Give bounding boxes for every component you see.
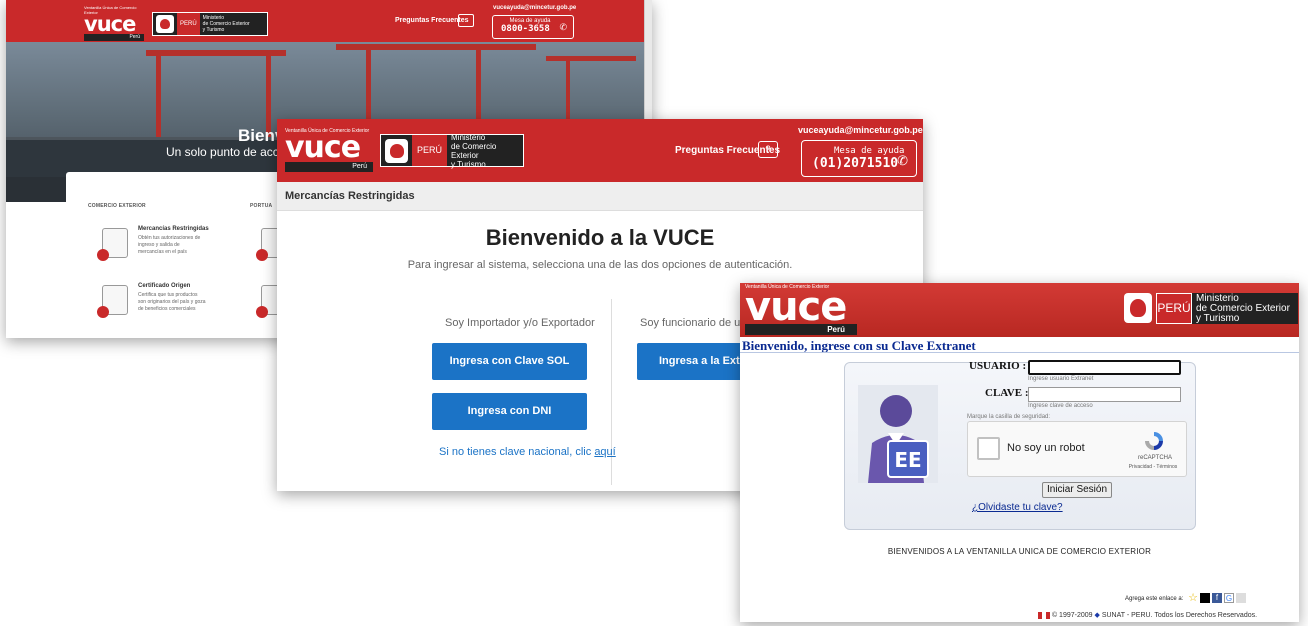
- desc-line: Obtén tus autorizaciones de: [138, 235, 201, 241]
- extranet-login-window: Ventanilla Única de Comercio Exterior vu…: [740, 283, 1299, 622]
- desc-line: ingreso y salida de: [138, 242, 180, 248]
- logo-word: vuce: [745, 284, 847, 330]
- security-prompt: Marque la casilla de seguridad:: [967, 414, 1051, 420]
- badge-dot: [97, 306, 109, 318]
- ministry-line: de Comercio Exterior: [451, 141, 497, 160]
- phone-icon: ✆: [897, 153, 908, 168]
- peru-label: PERÚ: [412, 135, 448, 166]
- recaptcha-logo-icon: [1145, 432, 1163, 450]
- recaptcha-label: No soy un robot: [1007, 442, 1085, 454]
- here-link[interactable]: aquí: [594, 446, 615, 458]
- badge-dot: [256, 249, 268, 261]
- copyright-years: © 1997-2009: [1051, 612, 1093, 619]
- forgot-password-link[interactable]: ¿Olvidaste tu clave?: [972, 502, 1063, 513]
- google-icon[interactable]: G: [1224, 593, 1234, 603]
- username-input[interactable]: [1028, 360, 1181, 375]
- peru-label: PERÚ: [1156, 293, 1192, 324]
- crane-beam: [146, 50, 286, 56]
- favorite-star-icon[interactable]: ☆: [1188, 593, 1198, 604]
- ministry-badge: PERÚ Ministerio de Comercio Exterior y T…: [152, 12, 268, 36]
- vuce-logo[interactable]: Ventanilla Única de Comercio Exterior vu…: [745, 284, 857, 335]
- faq-chat-icon[interactable]: ?: [758, 141, 778, 158]
- desc-line: mercancías en el país: [138, 249, 187, 255]
- share-icon[interactable]: [1236, 593, 1246, 603]
- recaptcha-brand: reCAPTCHA: [1137, 455, 1172, 461]
- password-hint: Ingrese clave de acceso: [1028, 403, 1093, 409]
- vuce-logo[interactable]: Ventanilla Única de Comercio Exterior vu…: [285, 128, 373, 172]
- copyright: © 1997-2009 ◆ SUNAT - PERU. Todos los De…: [1038, 611, 1257, 619]
- password-input[interactable]: [1028, 387, 1181, 402]
- service-description: Obtén tus autorizaciones de ingreso y sa…: [138, 235, 238, 256]
- ministry-line: y Turismo: [1196, 313, 1240, 324]
- ministry-name: Ministerio de Comercio Exterior y Turism…: [1192, 293, 1298, 324]
- username-hint: Ingrese usuario Extranet: [1028, 376, 1094, 382]
- restricted-goods-icon[interactable]: [97, 228, 128, 261]
- logo-word: vuce: [84, 12, 136, 36]
- ministry-name: Ministerio de Comercio Exterior y Turism…: [447, 133, 523, 169]
- phone-icon: ✆: [559, 22, 567, 32]
- coat-of-arms-icon: [385, 138, 408, 163]
- avatar-text: EE: [894, 448, 921, 472]
- peru-label: PERÚ: [177, 13, 200, 35]
- coat-of-arms-icon: [1124, 293, 1152, 323]
- username-label: USUARIO :: [969, 360, 1027, 372]
- badge-dot: [97, 249, 109, 261]
- page-title: Bienvenido a la VUCE: [485, 225, 715, 250]
- no-key-label: Si no tienes clave nacional, clic: [439, 446, 595, 458]
- faq-chat-icon[interactable]: [458, 14, 474, 27]
- page-subtitle: Para ingresar al sistema, selecciona una…: [407, 259, 793, 271]
- peru-flag-icon: [1038, 611, 1050, 619]
- recaptcha-links[interactable]: Privacidad - Términos: [1118, 464, 1188, 470]
- help-desk-button[interactable]: Mesa de ayuda 0800-3658 ✆: [492, 15, 574, 39]
- recaptcha-checkbox[interactable]: [977, 437, 1000, 460]
- screenshot-collage: Ventanilla Única de Comercio Exterior vu…: [0, 0, 1308, 626]
- heading-underline: [740, 352, 1299, 353]
- recaptcha-widget: No soy un robot reCAPTCHA Privacidad - T…: [967, 421, 1187, 477]
- vuce-logo[interactable]: Ventanilla Única de Comercio Exterior vu…: [84, 5, 144, 41]
- badge-dot: [256, 306, 268, 318]
- support-email[interactable]: vuceayuda@mincetur.gob.pe: [493, 5, 576, 11]
- add-link-label: Agrega este enlace a:: [1125, 596, 1184, 602]
- service-title[interactable]: Mercancías Restringidas: [138, 226, 209, 232]
- service-description: Certifica que tus productos son originar…: [138, 292, 238, 313]
- header: Ventanilla Única de Comercio Exterior vu…: [6, 0, 652, 42]
- service-title[interactable]: Certificado Origen: [138, 283, 190, 289]
- clave-sol-button[interactable]: Ingresa con Clave SOL: [432, 343, 587, 380]
- password-label: CLAVE :: [985, 387, 1029, 399]
- ministry-line: y Turismo: [451, 159, 486, 169]
- welcome-banner: BIENVENIDOS A LA VENTANILLA UNICA DE COM…: [887, 547, 1152, 556]
- support-email[interactable]: vuceayuda@mincetur.gob.pe: [798, 125, 923, 135]
- facebook-icon[interactable]: f: [1212, 593, 1222, 603]
- login-button[interactable]: Iniciar Sesión: [1042, 482, 1112, 498]
- coat-of-arms-icon: [156, 15, 174, 33]
- section-comercio-exterior: COMERCIO EXTERIOR: [88, 203, 146, 209]
- extranet-user-avatar-icon: EE: [858, 385, 938, 483]
- header: Ventanilla Única de Comercio Exterior vu…: [277, 119, 923, 182]
- breadcrumb: Mercancías Restringidas: [277, 182, 923, 211]
- dni-button[interactable]: Ingresa con DNI: [432, 393, 587, 430]
- extranet-button[interactable]: Ingresa a la Extrane: [637, 343, 747, 380]
- ministry-badge: PERÚ Ministerio de Comercio Exterior y T…: [380, 133, 524, 169]
- ministry-line: Ministerio: [451, 132, 486, 142]
- header: Ventanilla Única de Comercio Exterior vu…: [740, 283, 1299, 337]
- sunat-logo-icon: ◆: [1094, 612, 1100, 619]
- section-portuaria: PORTUA: [250, 203, 273, 209]
- importer-option-label: Soy Importador y/o Exportador: [445, 317, 595, 329]
- help-desk-button[interactable]: Mesa de ayuda (01)2071510 ✆: [801, 140, 917, 177]
- ministry-name: Ministerio de Comercio Exterior y Turism…: [200, 15, 250, 33]
- social-links: ☆ f G: [1188, 593, 1246, 604]
- ministry-line: y Turismo: [202, 27, 225, 33]
- delicious-icon[interactable]: [1200, 593, 1210, 603]
- desc-line: de beneficios comerciales: [138, 306, 196, 312]
- desc-line: son originarios del país y goza: [138, 299, 206, 305]
- crane-beam: [546, 56, 636, 61]
- desc-line: Certifica que tus productos: [138, 292, 198, 298]
- copyright-tail: SUNAT - PERU. Todos los Derechos Reserva…: [1101, 612, 1258, 619]
- certificate-origin-icon[interactable]: [97, 285, 128, 318]
- logo-word: vuce: [285, 130, 361, 165]
- no-key-text: Si no tienes clave nacional, clic aquí: [439, 446, 616, 458]
